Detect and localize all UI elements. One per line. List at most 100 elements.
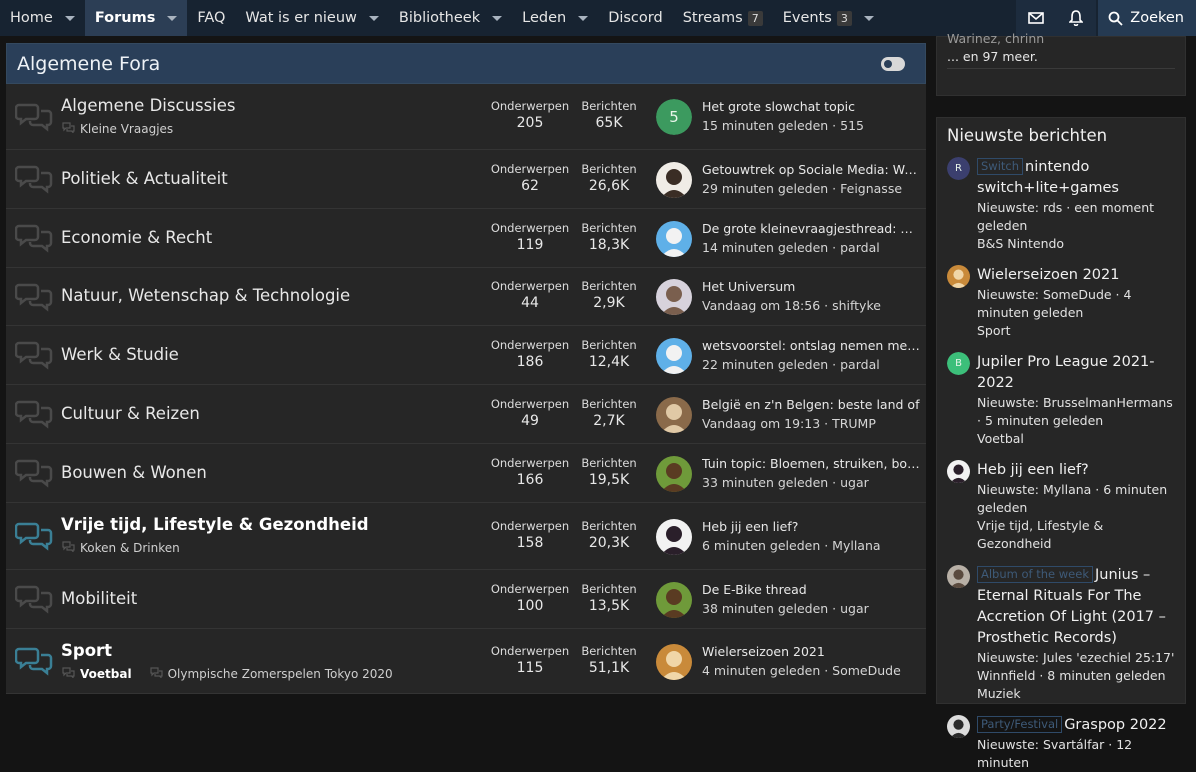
forum-read-icon[interactable]	[14, 583, 53, 615]
forum-read-icon[interactable]	[14, 163, 53, 195]
chevron-down-icon[interactable]	[492, 15, 503, 21]
forum-title[interactable]: Werk & Studie	[61, 345, 179, 364]
nav-item-events[interactable]: Events 3	[773, 0, 884, 36]
nav-item-discord[interactable]: Discord	[598, 0, 673, 36]
forum-read-icon[interactable]	[14, 101, 53, 133]
forum-title[interactable]: Algemene Discussies	[61, 96, 236, 115]
forum-unread-icon[interactable]	[14, 645, 53, 677]
newest-post-forum[interactable]: B&S Nintendo	[977, 235, 1175, 253]
newest-post-title[interactable]: Heb jij een lief?	[977, 460, 1175, 481]
forum-title[interactable]: Mobiliteit	[61, 589, 137, 608]
subforum-link[interactable]: Olympische Zomerspelen Tokyo 2020	[168, 667, 393, 681]
last-post-meta[interactable]: 33 minuten geleden · ugar	[702, 475, 920, 490]
nav-label[interactable]: Wat is er nieuw	[245, 10, 356, 26]
forum-title[interactable]: Vrije tijd, Lifestyle & Gezondheid	[61, 515, 369, 534]
last-post-title[interactable]: België en z'n Belgen: beste land of	[702, 397, 920, 412]
last-post-meta[interactable]: 4 minuten geleden · SomeDude	[702, 663, 920, 678]
avatar[interactable]: B	[947, 352, 970, 375]
forum-title[interactable]: Politiek & Actualiteit	[61, 169, 228, 188]
thread-prefix[interactable]: Party/Festival	[977, 716, 1063, 733]
chevron-down-icon[interactable]	[167, 15, 178, 21]
subforum-link[interactable]: Koken & Drinken	[80, 541, 180, 555]
forum-title[interactable]: Bouwen & Wonen	[61, 463, 207, 482]
online-members-more[interactable]: ... en 97 meer.	[947, 49, 1175, 64]
last-post-title[interactable]: Heb jij een lief?	[702, 519, 920, 534]
newest-post-meta[interactable]: Nieuwste: BrusselmanHermans · 5 minuten …	[977, 394, 1175, 430]
category-title[interactable]: Algemene Fora	[17, 53, 160, 75]
newest-post-meta[interactable]: Nieuwste: Svartálfar · 12 minuten	[977, 736, 1175, 772]
nav-item-streams[interactable]: Streams 7	[673, 0, 773, 36]
last-post-meta[interactable]: 29 minuten geleden · Feignasse	[702, 181, 920, 196]
avatar[interactable]	[656, 396, 692, 433]
nav-label[interactable]: Leden	[522, 10, 566, 26]
collapse-toggle[interactable]	[881, 57, 905, 71]
nav-item-leden[interactable]: Leden	[512, 0, 598, 36]
avatar[interactable]	[947, 715, 970, 738]
last-post-meta[interactable]: 15 minuten geleden · 515	[702, 118, 920, 133]
forum-title[interactable]: Natuur, Wetenschap & Technologie	[61, 286, 350, 305]
avatar[interactable]: 5	[656, 99, 692, 135]
category-header[interactable]: Algemene Fora	[6, 43, 926, 84]
newest-post-title-text[interactable]: Heb jij een lief?	[977, 462, 1089, 478]
subforum-link[interactable]: Voetbal	[80, 667, 132, 681]
nav-item-faq[interactable]: FAQ	[187, 0, 235, 36]
nav-item-forums[interactable]: Forums	[84, 0, 188, 36]
last-post-meta[interactable]: 14 minuten geleden · pardal	[702, 240, 920, 255]
nav-label[interactable]: Bibliotheek	[399, 10, 480, 26]
newest-post-title[interactable]: Party/Festival Graspop 2022	[977, 715, 1175, 736]
newest-post-forum[interactable]: Muziek	[977, 685, 1175, 703]
chevron-down-icon[interactable]	[863, 15, 874, 21]
last-post-title[interactable]: Het grote slowchat topic	[702, 99, 920, 114]
last-post-title[interactable]: Getouwtrek op Sociale Media: Woke vs Ant…	[702, 162, 920, 177]
avatar[interactable]	[656, 518, 692, 555]
nav-label[interactable]: Home	[10, 10, 53, 26]
last-post-title[interactable]: wetsvoorstel: ontslag nemen met behoud	[702, 338, 920, 353]
forum-read-icon[interactable]	[14, 281, 53, 313]
nav-item-wat-is-er-nieuw[interactable]: Wat is er nieuw	[235, 0, 388, 36]
avatar[interactable]	[656, 455, 692, 492]
newest-post-title-text[interactable]: Graspop 2022	[1064, 717, 1166, 733]
chevron-down-icon[interactable]	[578, 15, 589, 21]
last-post-meta[interactable]: 38 minuten geleden · ugar	[702, 601, 920, 616]
nav-item-bibliotheek[interactable]: Bibliotheek	[389, 0, 512, 36]
forum-title[interactable]: Economie & Recht	[61, 228, 212, 247]
newest-post-title[interactable]: Album of the week Junius – Eternal Ritual…	[977, 565, 1175, 649]
newest-post-meta[interactable]: Nieuwste: rds · een moment geleden	[977, 199, 1175, 235]
avatar[interactable]	[947, 565, 970, 588]
newest-post-title[interactable]: Wielerseizoen 2021	[977, 265, 1175, 286]
newest-post-meta[interactable]: Nieuwste: Jules 'ezechiel 25:17' Winnfie…	[977, 649, 1175, 685]
forum-read-icon[interactable]	[14, 457, 53, 489]
avatar[interactable]	[656, 581, 692, 618]
chevron-down-icon[interactable]	[368, 15, 379, 21]
nav-label[interactable]: Streams	[683, 10, 743, 26]
newest-post-title-text[interactable]: Wielerseizoen 2021	[977, 267, 1120, 283]
nav-label[interactable]: Discord	[608, 10, 663, 26]
newest-post-forum[interactable]: Voetbal	[977, 430, 1175, 448]
forum-unread-icon[interactable]	[14, 520, 53, 552]
last-post-title[interactable]: De grote kleinevraagjesthread: economie	[702, 221, 920, 236]
newest-post-forum[interactable]: Sport	[977, 322, 1175, 340]
avatar[interactable]	[656, 220, 692, 257]
forum-read-icon[interactable]	[14, 222, 53, 254]
last-post-title[interactable]: De E-Bike thread	[702, 582, 920, 597]
last-post-title[interactable]: Het Universum	[702, 279, 920, 294]
newest-post-forum[interactable]: Vrije tijd, Lifestyle & Gezondheid	[977, 517, 1175, 553]
avatar[interactable]	[656, 161, 692, 198]
newest-posts-title[interactable]: Nieuwste berichten	[947, 126, 1175, 145]
last-post-meta[interactable]: 22 minuten geleden · pardal	[702, 357, 920, 372]
nav-label[interactable]: Events	[783, 10, 832, 26]
forum-title[interactable]: Sport	[61, 641, 112, 660]
avatar[interactable]	[947, 460, 970, 483]
subforum-link[interactable]: Kleine Vraagjes	[80, 122, 173, 136]
last-post-meta[interactable]: Vandaag om 19:13 · TRUMP	[702, 416, 920, 431]
newest-post-title[interactable]: Switch nintendo switch+lite+games	[977, 157, 1175, 199]
avatar[interactable]	[656, 337, 692, 374]
nav-label[interactable]: FAQ	[197, 10, 225, 26]
forum-read-icon[interactable]	[14, 398, 53, 430]
forum-title[interactable]: Cultuur & Reizen	[61, 404, 200, 423]
thread-prefix[interactable]: Album of the week	[977, 566, 1093, 583]
last-post-title[interactable]: Tuin topic: Bloemen, struiken, bomen	[702, 456, 920, 471]
avatar[interactable]: R	[947, 157, 970, 180]
thread-prefix[interactable]: Switch	[977, 158, 1024, 175]
newest-post-meta[interactable]: Nieuwste: Myllana · 6 minuten geleden	[977, 481, 1175, 517]
